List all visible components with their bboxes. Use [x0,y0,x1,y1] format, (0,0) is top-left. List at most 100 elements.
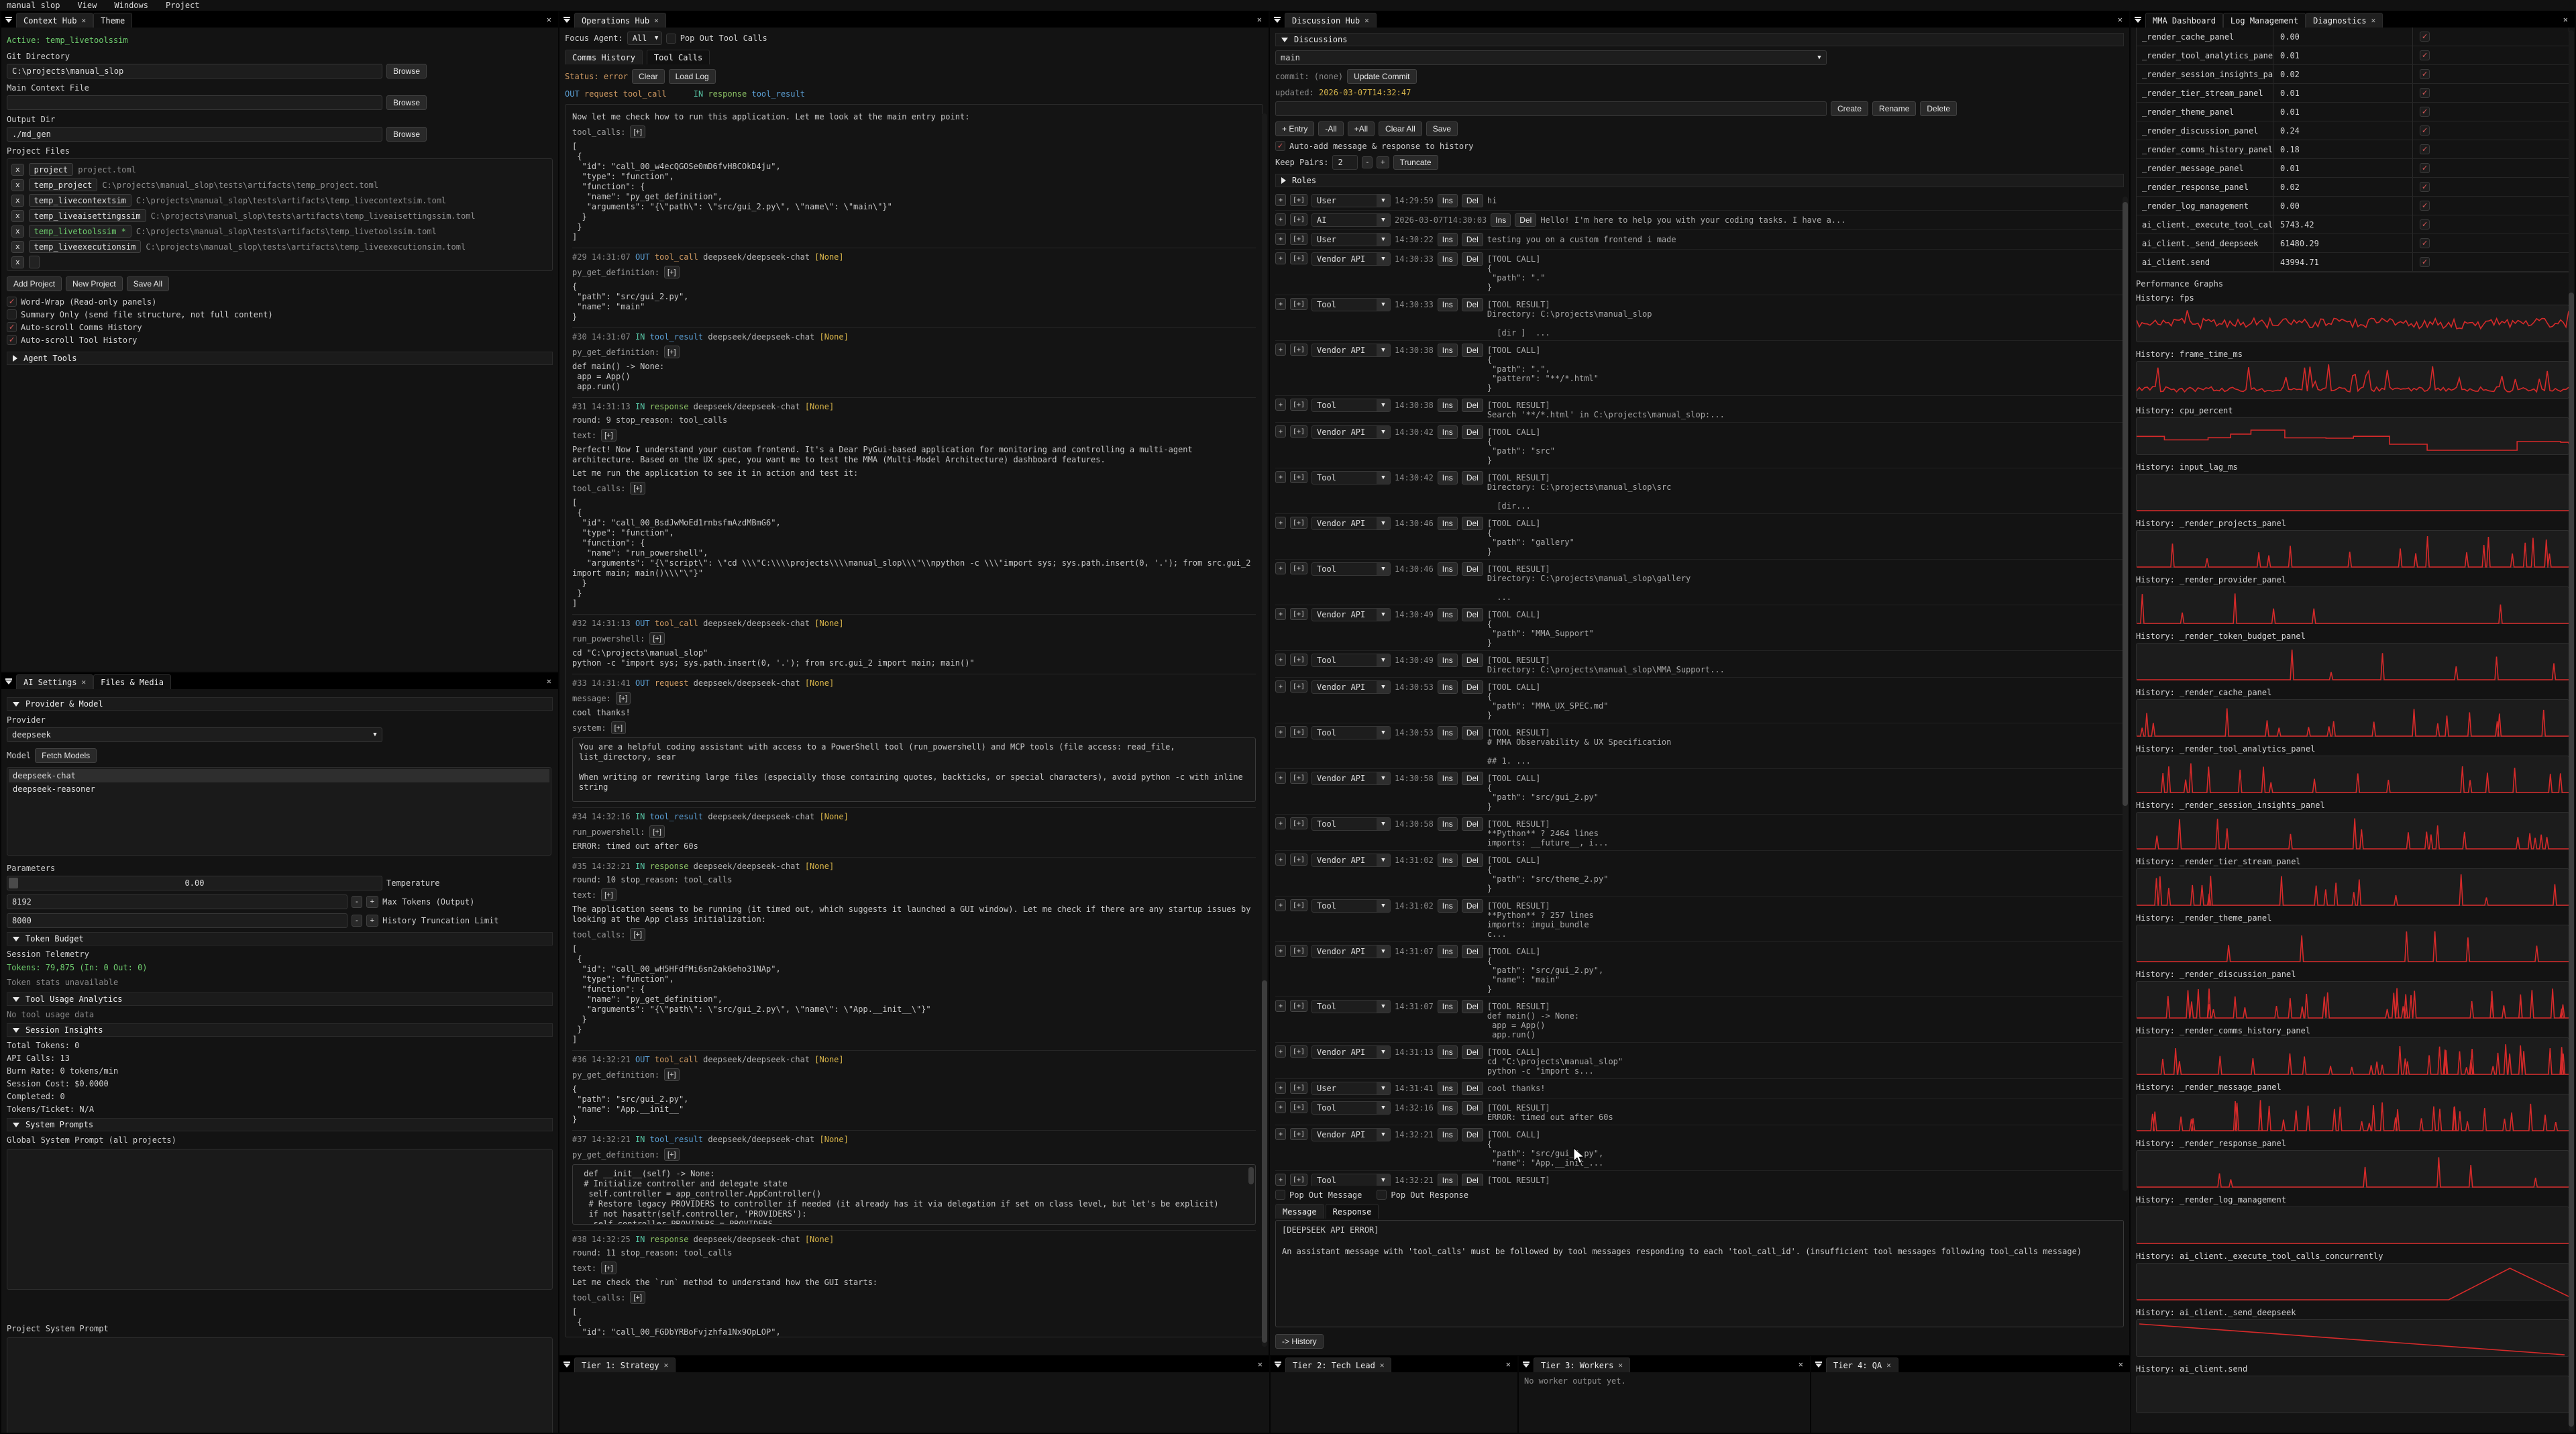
keep-pairs-plus-button[interactable]: + [1377,156,1389,168]
add-entry-button[interactable]: + [1275,344,1286,356]
timing-checkbox[interactable]: ✓ [2420,257,2430,267]
timing-checkbox[interactable]: ✓ [2420,88,2430,98]
delete-entry-button[interactable]: Del [1515,213,1536,227]
insert-button[interactable]: Ins [1438,817,1458,831]
global-system-prompt-textarea[interactable] [7,1149,553,1290]
expand-entry-button[interactable]: [+] [1290,899,1307,911]
role-dropdown[interactable]: Tool▼ [1311,1174,1391,1186]
expand-button[interactable]: [+] [649,632,665,645]
add-entry-button[interactable]: + [1275,1045,1286,1058]
checkbox[interactable]: ✓ [7,322,17,332]
main-context-file-input[interactable] [7,95,382,110]
tab-operations-hub[interactable]: Operations Hub✕ [574,13,666,28]
entry-action-button-4[interactable]: Save [1426,121,1458,136]
delete-entry-button[interactable]: Del [1462,233,1483,246]
expand-entry-button[interactable]: [+] [1290,772,1307,784]
insert-button[interactable]: Ins [1438,298,1458,311]
tool-usage-analytics-header[interactable]: Tool Usage Analytics [7,992,553,1006]
expand-entry-button[interactable]: [+] [1290,1128,1307,1140]
tab-diagnostics[interactable]: Diagnostics✕ [2306,13,2383,28]
discussions-header[interactable]: Discussions [1275,33,2124,46]
expand-entry-button[interactable]: [+] [1290,213,1307,225]
diagnostics-scrollbar-thumb[interactable] [2569,293,2574,1427]
expand-button[interactable]: [+] [664,1068,680,1081]
add-entry-button[interactable]: + [1275,1101,1286,1113]
collapse-icon[interactable] [1270,11,1285,28]
max-tokens-minus-button[interactable]: - [352,896,362,908]
insert-button[interactable]: Ins [1438,471,1458,484]
collapse-icon[interactable] [559,1356,574,1372]
expand-entry-button[interactable]: [+] [1290,344,1307,356]
focus-agent-dropdown[interactable]: All▼ [627,32,662,45]
update-commit-button[interactable]: Update Commit [1347,69,1416,84]
timing-checkbox[interactable]: ✓ [2420,144,2430,154]
panel-close-icon[interactable]: ✕ [1499,1356,1517,1372]
expand-entry-button[interactable]: [+] [1290,399,1307,411]
add-entry-button[interactable]: + [1275,194,1286,206]
pop-out-tool-calls-checkbox[interactable] [666,34,676,44]
insert-button[interactable]: Ins [1438,945,1458,958]
expand-entry-button[interactable]: [+] [1290,471,1307,483]
tab-discussion-hub[interactable]: Discussion Hub✕ [1285,13,1377,28]
expand-entry-button[interactable]: [+] [1290,1000,1307,1012]
insert-button[interactable]: Ins [1438,1000,1458,1013]
role-dropdown[interactable]: AI▼ [1311,213,1391,227]
add-entry-button[interactable]: + [1275,399,1286,411]
output-dir-browse-button[interactable]: Browse [386,127,427,142]
insert-button[interactable]: Ins [1438,252,1458,266]
entry-action-button-1[interactable]: -All [1318,121,1343,136]
expand-button[interactable]: [+] [601,888,616,901]
pop-out-response-checkbox[interactable] [1377,1190,1387,1200]
session-insights-header[interactable]: Session Insights [7,1023,553,1037]
role-dropdown[interactable]: Vendor API▼ [1311,680,1391,694]
pop-out-message-checkbox[interactable] [1275,1190,1285,1200]
insert-button[interactable]: Ins [1438,1101,1458,1115]
keep-pairs-input[interactable]: 2 [1332,155,1358,170]
model-list-item[interactable]: deepseek-chat [9,769,549,782]
delete-entry-button[interactable]: Del [1462,399,1483,412]
insert-button[interactable]: Ins [1438,1045,1458,1059]
expand-entry-button[interactable]: [+] [1290,252,1307,264]
add-entry-button[interactable]: + [1275,298,1286,310]
panel-close-icon[interactable]: ✕ [2111,11,2129,28]
tab-context-hub[interactable]: Context Hub✕ [16,13,93,28]
role-dropdown[interactable]: Tool▼ [1311,1000,1391,1013]
role-dropdown[interactable]: Tool▼ [1311,471,1391,484]
tab-comms-history[interactable]: Comms History [565,50,643,64]
timing-checkbox[interactable]: ✓ [2420,163,2430,173]
delete-entry-button[interactable]: Del [1462,298,1483,311]
expand-button[interactable]: [+] [664,1148,680,1161]
expand-entry-button[interactable]: [+] [1290,517,1307,529]
close-icon[interactable]: ✕ [1380,1361,1385,1370]
add-entry-button[interactable]: + [1275,817,1286,829]
add-entry-button[interactable]: + [1275,1174,1286,1186]
insert-button[interactable]: Ins [1438,399,1458,412]
role-dropdown[interactable]: Tool▼ [1311,298,1391,311]
add-entry-button[interactable]: + [1275,1000,1286,1012]
role-dropdown[interactable]: Vendor API▼ [1311,854,1391,867]
main-context-browse-button[interactable]: Browse [386,95,427,110]
expand-entry-button[interactable]: [+] [1290,680,1307,693]
remove-file-button[interactable]: x [11,164,24,176]
role-dropdown[interactable]: Vendor API▼ [1311,945,1391,958]
discussion-select-dropdown[interactable]: main▼ [1275,50,1827,65]
delete-entry-button[interactable]: Del [1462,608,1483,621]
project-file-name-button[interactable] [29,256,40,268]
project-action-button-1[interactable]: New Project [66,276,123,291]
delete-entry-button[interactable]: Del [1462,1000,1483,1013]
role-dropdown[interactable]: Vendor API▼ [1311,772,1391,785]
add-entry-button[interactable]: + [1275,680,1286,693]
expand-button[interactable]: [+] [664,266,680,278]
timing-checkbox[interactable]: ✓ [2420,125,2430,136]
rename-button[interactable]: Rename [1872,101,1916,116]
collapse-icon[interactable] [1,11,16,28]
provider-dropdown[interactable]: deepseek▼ [7,727,382,742]
expand-entry-button[interactable]: [+] [1290,1082,1307,1094]
system-prompts-header[interactable]: System Prompts [7,1118,553,1131]
expand-button[interactable]: [+] [630,125,645,138]
role-dropdown[interactable]: User▼ [1311,194,1391,207]
add-entry-button[interactable]: + [1275,899,1286,911]
delete-entry-button[interactable]: Del [1462,654,1483,667]
delete-button[interactable]: Delete [1920,101,1957,116]
role-dropdown[interactable]: Vendor API▼ [1311,517,1391,530]
